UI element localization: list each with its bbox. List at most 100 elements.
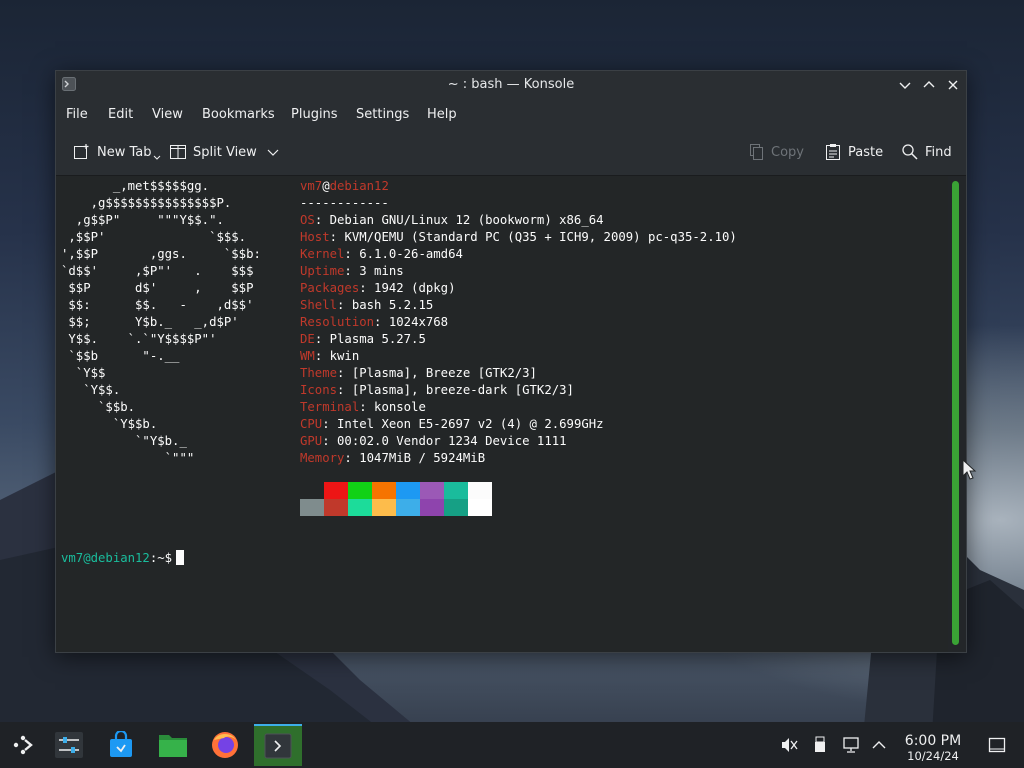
volume-muted-icon[interactable]	[780, 736, 798, 754]
info-line: Memory: 1047MiB / 5924MiB	[300, 450, 737, 467]
info-colon: :	[344, 264, 360, 278]
info-user: vm7	[300, 179, 323, 193]
scrollbar[interactable]	[949, 179, 963, 647]
menu-bar: File Edit View Bookmarks Plugins Setting…	[56, 99, 966, 129]
info-line: Host: KVM/QEMU (Standard PC (Q35 + ICH9,…	[300, 229, 737, 246]
window-title: ~ : bash — Konsole	[447, 77, 575, 92]
info-value: KVM/QEMU (Standard PC (Q35 + ICH9, 2009)…	[344, 230, 737, 244]
info-key: Memory	[300, 451, 345, 465]
minimize-icon[interactable]	[896, 76, 914, 94]
info-line: Shell: bash 5.2.15	[300, 297, 737, 314]
palette-swatch	[420, 482, 444, 499]
info-colon: :	[322, 434, 338, 448]
info-colon: :	[314, 332, 330, 346]
copy-icon	[750, 144, 763, 160]
split-view-label: Split View	[193, 144, 257, 160]
menu-file[interactable]: File	[66, 107, 88, 122]
application-launcher-button[interactable]	[0, 724, 46, 766]
menu-help[interactable]: Help	[427, 107, 457, 122]
network-icon[interactable]	[842, 736, 860, 754]
palette-swatch	[444, 499, 468, 516]
menu-plugins[interactable]: Plugins	[291, 107, 338, 122]
menu-edit[interactable]: Edit	[108, 107, 133, 122]
konsole-icon	[264, 733, 292, 759]
info-value: [Plasma], Breeze [GTK2/3]	[351, 366, 537, 380]
info-value: bash 5.2.15	[351, 298, 434, 312]
discover-button[interactable]	[98, 724, 144, 766]
info-key: Terminal	[300, 400, 360, 414]
shell-prompt: vm7@debian12:~$	[61, 550, 185, 567]
copy-button[interactable]: Copy	[747, 141, 804, 163]
new-tab-dropdown-icon	[153, 155, 160, 160]
toolbar: New Tab Split View Copy Paste Find	[56, 129, 966, 176]
info-value: 6.1.0-26-amd64	[359, 247, 463, 261]
find-button[interactable]: Find	[901, 141, 952, 163]
split-view-button[interactable]: Split View	[169, 141, 285, 163]
info-key: DE	[300, 332, 315, 346]
palette-row-bottom	[300, 499, 492, 516]
dolphin-files-button[interactable]	[150, 724, 196, 766]
palette-swatch	[300, 482, 324, 499]
info-key: CPU	[300, 417, 323, 431]
palette-swatch	[396, 499, 420, 516]
new-tab-label: New Tab	[97, 144, 152, 160]
prompt-user-host: vm7@debian12	[61, 551, 150, 565]
info-value: 00:02.0 Vendor 1234 Device 1111	[337, 434, 567, 448]
paste-button[interactable]: Paste	[824, 141, 883, 163]
info-value: Intel Xeon E5-2697 v2 (4) @ 2.699GHz	[337, 417, 604, 431]
info-key: Theme	[300, 366, 338, 380]
text-cursor	[176, 550, 185, 565]
info-value: [Plasma], breeze-dark [GTK2/3]	[351, 383, 574, 397]
firefox-icon	[212, 732, 238, 758]
info-at: @	[322, 179, 330, 193]
firefox-button[interactable]	[202, 724, 248, 766]
palette-swatch	[372, 499, 396, 516]
terminal-view[interactable]: _,met$$$$$gg. ,g$$$$$$$$$$$$$$$P. ,g$$P"…	[56, 176, 948, 652]
palette-swatch	[420, 499, 444, 516]
info-value: kwin	[329, 349, 360, 363]
info-key: Uptime	[300, 264, 345, 278]
info-colon: :	[344, 451, 360, 465]
konsole-taskbar-button[interactable]	[254, 724, 302, 766]
new-tab-icon	[74, 144, 89, 159]
application-launcher-icon	[13, 735, 33, 755]
info-key: OS	[300, 213, 315, 227]
palette-swatch	[300, 499, 324, 516]
find-label: Find	[925, 144, 952, 160]
menu-settings[interactable]: Settings	[356, 107, 409, 122]
scrollbar-thumb[interactable]	[952, 181, 959, 645]
title-bar[interactable]: ~ : bash — Konsole	[56, 71, 966, 99]
konsole-window: ~ : bash — Konsole File Edit View Bookma…	[55, 70, 967, 653]
usb-device-icon[interactable]	[811, 736, 829, 754]
info-line: WM: kwin	[300, 348, 737, 365]
info-colon: :	[329, 230, 345, 244]
info-value: Plasma 5.27.5	[329, 332, 426, 346]
palette-swatch	[396, 482, 420, 499]
new-tab-button[interactable]: New Tab	[73, 141, 167, 163]
info-colon: :	[322, 417, 338, 431]
info-value: 1942 (dpkg)	[374, 281, 456, 295]
paste-icon	[826, 144, 840, 160]
system-settings-button[interactable]	[46, 724, 92, 766]
close-icon[interactable]	[944, 76, 962, 94]
palette-swatch	[348, 499, 372, 516]
taskbar	[0, 722, 1024, 768]
info-key: Packages	[300, 281, 360, 295]
info-key: Resolution	[300, 315, 375, 329]
menu-view[interactable]: View	[152, 107, 183, 122]
maximize-icon[interactable]	[920, 76, 938, 94]
discover-store-icon	[110, 731, 132, 757]
menu-bookmarks[interactable]: Bookmarks	[202, 107, 275, 122]
palette-swatch	[324, 499, 348, 516]
info-colon: :	[344, 247, 360, 261]
info-line: Packages: 1942 (dpkg)	[300, 280, 737, 297]
chevron-up-icon[interactable]	[870, 736, 888, 754]
clock-date[interactable]: 10/24/24	[896, 749, 970, 763]
info-value: 3 mins	[359, 264, 404, 278]
info-key: GPU	[300, 434, 323, 448]
show-desktop-icon[interactable]	[988, 736, 1006, 754]
user-host-line: vm7@debian12	[300, 178, 737, 195]
info-colon: :	[359, 281, 375, 295]
info-key: Kernel	[300, 247, 345, 261]
clock-time[interactable]: 6:00 PM	[896, 733, 970, 749]
